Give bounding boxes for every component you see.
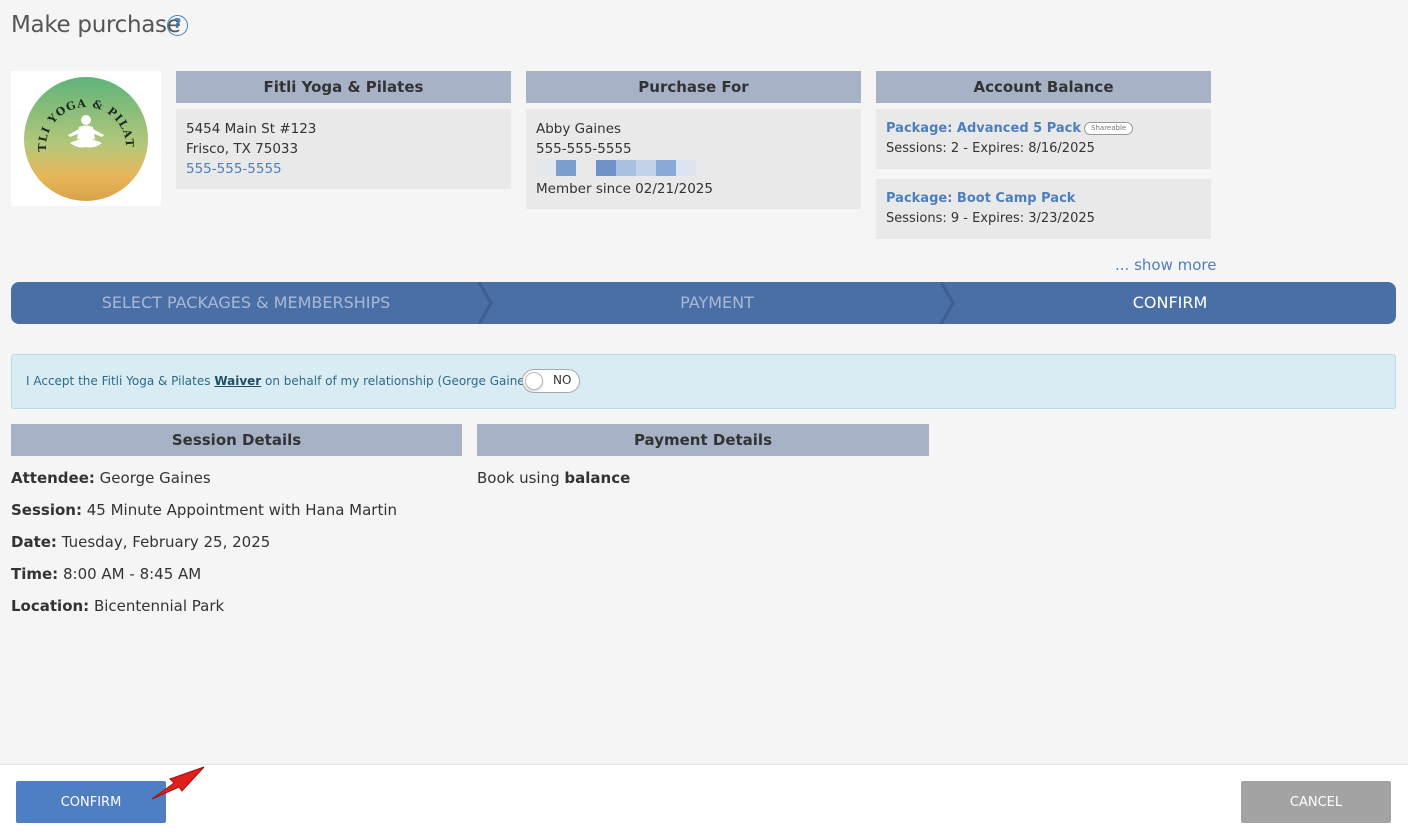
address-line1: 5454 Main St #123 xyxy=(186,121,317,137)
step-payment[interactable]: PAYMENT xyxy=(491,282,943,324)
toggle-label: NO xyxy=(553,373,572,387)
account-balance-header: Account Balance xyxy=(876,71,1211,103)
payment-prefix: Book using xyxy=(477,469,560,487)
package-title[interactable]: Package: Boot Camp Pack xyxy=(886,189,1201,209)
purchase-for-card: Purchase For Abby Gaines 555-555-5555 Me… xyxy=(526,71,861,209)
studio-card: Fitli Yoga & Pilates 5454 Main St #123 F… xyxy=(176,71,511,189)
session-value: 45 Minute Appointment with Hana Martin xyxy=(86,501,398,519)
session-details-header: Session Details xyxy=(11,424,462,456)
payment-method: Book using balance xyxy=(477,467,630,489)
studio-logo: FITLI YOGA & PILATES xyxy=(11,71,161,206)
help-icon[interactable]: ? xyxy=(167,15,188,36)
attendee-value: George Gaines xyxy=(99,469,211,487)
waiver-prefix: I Accept the Fitli Yoga & Pilates xyxy=(26,374,215,388)
redacted-email xyxy=(536,160,851,176)
waiver-toggle[interactable]: NO xyxy=(522,369,580,393)
purchaser-phone: 555-555-5555 xyxy=(536,141,632,157)
checkout-stepper: SELECT PACKAGES & MEMBERSHIPS PAYMENT CO… xyxy=(11,282,1396,324)
toggle-knob xyxy=(525,372,543,390)
purchase-for-header: Purchase For xyxy=(526,71,861,103)
studio-phone-link[interactable]: 555-555-5555 xyxy=(186,159,501,179)
shareable-badge: Shareable xyxy=(1084,122,1134,135)
footer-bar: CONFIRM CANCEL xyxy=(0,764,1408,834)
location-label: Location: xyxy=(11,597,90,615)
confirm-button[interactable]: CONFIRM xyxy=(16,781,166,823)
time-label: Time: xyxy=(11,565,59,583)
date-value: Tuesday, February 25, 2025 xyxy=(61,533,271,551)
package-details: Sessions: 2 - Expires: 8/16/2025 xyxy=(886,141,1095,156)
location-value: Bicentennial Park xyxy=(93,597,225,615)
package-title[interactable]: Package: Advanced 5 Pack xyxy=(886,121,1081,136)
purchaser-name: Abby Gaines xyxy=(536,121,622,137)
show-more-link[interactable]: ... show more xyxy=(1115,256,1216,274)
package-details: Sessions: 9 - Expires: 3/23/2025 xyxy=(886,211,1095,226)
session-label: Session: xyxy=(11,501,82,519)
logo-icon: FITLI YOGA & PILATES xyxy=(24,77,148,201)
date-label: Date: xyxy=(11,533,57,551)
studio-name: Fitli Yoga & Pilates xyxy=(176,71,511,103)
red-arrow-icon xyxy=(151,766,205,800)
member-since: Member since 02/21/2025 xyxy=(536,181,713,197)
time-value: 8:00 AM - 8:45 AM xyxy=(62,565,202,583)
payment-method-value: balance xyxy=(564,469,631,487)
purchaser-info: Abby Gaines 555-555-5555 Member since 02… xyxy=(526,109,861,209)
address-line2: Frisco, TX 75033 xyxy=(186,141,299,157)
page-title: Make purchase xyxy=(11,12,181,38)
step-select-packages[interactable]: SELECT PACKAGES & MEMBERSHIPS xyxy=(11,282,481,324)
session-details: Attendee: George Gaines Session: 45 Minu… xyxy=(11,467,397,627)
account-balance-card: Account Balance Package: Advanced 5 Pack… xyxy=(876,71,1211,239)
cancel-button[interactable]: CANCEL xyxy=(1241,781,1391,823)
waiver-link[interactable]: Waiver xyxy=(214,374,261,388)
attendee-label: Attendee: xyxy=(11,469,95,487)
package-item: Package: Advanced 5 Pack Shareable Sessio… xyxy=(876,109,1211,169)
studio-address: 5454 Main St #123 Frisco, TX 75033 555-5… xyxy=(176,109,511,189)
waiver-text: I Accept the Fitli Yoga & Pilates Waiver… xyxy=(26,374,536,388)
package-item: Package: Boot Camp Pack Sessions: 9 - Ex… xyxy=(876,179,1211,239)
step-confirm: CONFIRM xyxy=(1132,293,1208,312)
waiver-banner: I Accept the Fitli Yoga & Pilates Waiver… xyxy=(11,354,1396,409)
payment-details-header: Payment Details xyxy=(477,424,929,456)
waiver-suffix: on behalf of my relationship (George Gai… xyxy=(261,374,536,388)
